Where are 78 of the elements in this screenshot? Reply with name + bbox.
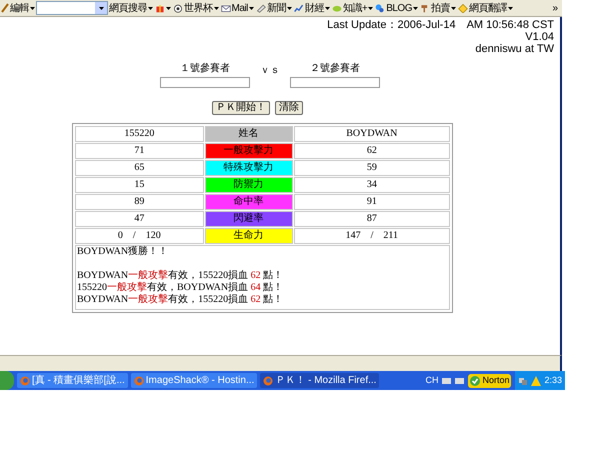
caret-icon [450, 6, 456, 10]
start-button[interactable] [0, 371, 14, 390]
table-cell: 147 / 211 [294, 228, 450, 244]
caret-icon [286, 6, 292, 10]
chart-icon [294, 3, 304, 13]
toolbar-button[interactable]: 網頁翻譯 [456, 0, 514, 16]
globe-icon [263, 376, 274, 386]
player-input[interactable] [290, 77, 380, 88]
stat-label-cell: 特殊攻擊力 [204, 160, 293, 176]
taskbar-button[interactable]: ImageShack® - Hostin... [130, 373, 258, 388]
table-cell: BOYDWAN [294, 126, 450, 142]
dropdown-button[interactable] [95, 2, 107, 14]
table-cell: 65 [75, 160, 204, 176]
toolbar-button[interactable]: 知識+ [330, 0, 374, 16]
battle-log-line: 155220一般攻擊有效，BOYDWAN損血 64 點！ [77, 282, 284, 294]
checkmark-icon [470, 376, 480, 386]
table-cell: 34 [294, 177, 450, 193]
clock-text: 2:33 [544, 374, 562, 387]
stat-label-cell: 閃避率 [204, 211, 293, 227]
author-text: denniswu at TW [475, 43, 554, 55]
caret-icon [30, 6, 35, 10]
battle-log-line: BOYDWAN一般攻擊有效，155220損血 62 點！ [77, 270, 284, 282]
warning-icon [531, 376, 542, 386]
table-cell: 87 [294, 211, 450, 227]
clear-button[interactable]: 清除 [275, 101, 303, 115]
last-update-text: Last Update：2006-Jul-14 AM 10:56:48 CST [327, 19, 554, 31]
table-cell: 91 [294, 194, 450, 210]
toolbar-menu[interactable]: 網頁搜尋 [108, 0, 154, 16]
globe-icon [134, 376, 144, 386]
table-cell: 89 [75, 194, 204, 210]
table-cell: 47 [75, 211, 204, 227]
player-label: １號參賽者 [180, 62, 230, 76]
battle-log-line: BOYDWAN一般攻擊有效，155220損血 62 點！ [77, 294, 284, 306]
caret-icon [368, 6, 374, 10]
start-button[interactable]: ＰＫ開始！ [212, 101, 270, 115]
more-button[interactable]: » [552, 0, 562, 16]
toolbar-button[interactable]: 拍賣 [418, 0, 457, 16]
news-icon [256, 3, 266, 13]
stat-label-cell: 生命力 [204, 228, 293, 244]
stat-label-cell: 命中率 [204, 194, 293, 210]
taskbar-button[interactable]: [真 - 積畫俱樂部[說... [17, 373, 128, 388]
toolbar-button[interactable]: BLOG [374, 0, 419, 16]
pencil-icon [1, 3, 9, 13]
table-cell: 15 [75, 177, 204, 193]
table-cell: 62 [294, 143, 450, 159]
norton-button[interactable]: Norton [468, 374, 512, 388]
toolbar-button[interactable]: 新聞 [254, 0, 293, 16]
mail-icon [220, 3, 230, 13]
table-cell: 姓名 [204, 126, 293, 142]
caret-icon [98, 6, 104, 10]
vs-text: ｖｓ [260, 64, 280, 78]
toolbar-menu[interactable]: 編輯 [0, 0, 36, 16]
version-text: V1.04 [525, 31, 554, 43]
caret-icon [148, 6, 153, 10]
search-field[interactable] [36, 1, 108, 15]
caret-icon [248, 6, 254, 10]
winner-text: BOYDWAN獲勝！！ [77, 246, 170, 258]
player-input[interactable] [160, 77, 250, 88]
globe-icon [20, 376, 30, 386]
caret-icon [166, 6, 171, 10]
table-cell: 59 [294, 160, 450, 176]
toolbar-button[interactable]: 世界杯 [172, 0, 220, 16]
caret-icon [412, 6, 418, 10]
stat-label-cell: 防禦力 [204, 177, 293, 193]
caret-icon [214, 6, 218, 10]
network-icon [518, 376, 528, 386]
player-label: ２號參賽者 [310, 62, 360, 76]
taskbar-button[interactable]: ＰＫ！ - Mozilla Firef... [260, 373, 380, 388]
table-cell: 155220 [75, 126, 204, 142]
caret-icon [508, 6, 513, 10]
caret-icon [324, 6, 330, 10]
table-cell: 71 [75, 143, 204, 159]
table-cell: 0 / 120 [75, 228, 204, 244]
language-indicator[interactable]: CH [425, 374, 438, 388]
stat-label-cell: 一般攻擊力 [204, 143, 293, 159]
toolbar-button[interactable]: 財經 [292, 0, 331, 16]
toolbar-button[interactable]: Mail [220, 0, 255, 16]
toolbar-button[interactable] [154, 3, 172, 13]
